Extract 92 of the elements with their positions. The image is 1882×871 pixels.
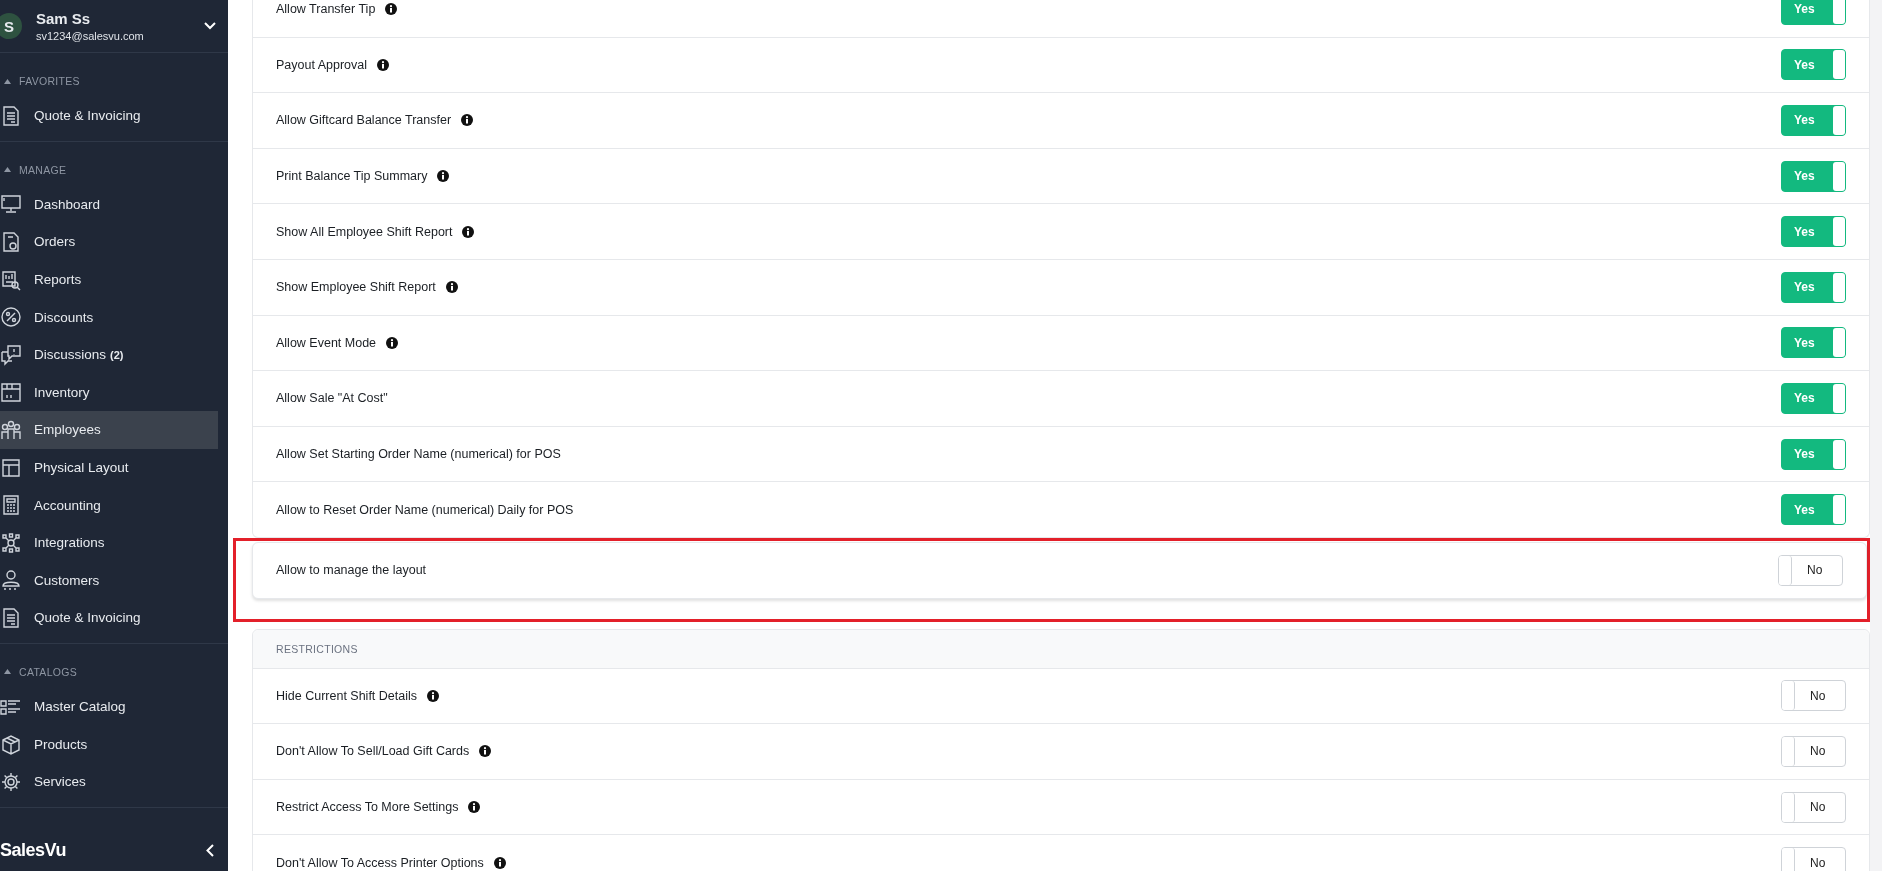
network-icon <box>0 531 22 554</box>
collapse-icon[interactable] <box>4 669 11 675</box>
setting-label: Show All Employee Shift Report <box>276 224 453 239</box>
sidebar-item[interactable]: Quote & Invoicing <box>0 599 218 637</box>
setting-label: Show Employee Shift Report <box>276 280 436 295</box>
sidebar-item-label: Quote & Invoicing <box>34 610 141 626</box>
document-icon <box>0 606 22 629</box>
sidebar-item-label: Accounting <box>34 497 101 513</box>
sidebar-item[interactable]: Master Catalog <box>0 687 218 726</box>
percent-icon <box>0 306 22 329</box>
sidebar-item-label: Orders <box>34 234 76 250</box>
sidebar-item-label: Quote & Invoicing <box>34 108 141 124</box>
user-name: Sam Ss <box>36 10 92 27</box>
logo: SalesVu <box>0 839 66 861</box>
section-title: FAVORITES <box>19 75 80 87</box>
sidebar-item[interactable]: Physical Layout <box>0 448 218 487</box>
sidebar-item[interactable]: Quote & Invoicing <box>0 97 218 135</box>
report-icon <box>0 268 22 291</box>
sidebar-item[interactable]: Dashboard <box>0 185 218 224</box>
setting-label: Payout Approval <box>276 57 368 72</box>
setting-label: Restrict Access To More Settings <box>276 800 459 814</box>
sidebar-item-label: Integrations <box>34 535 105 551</box>
sidebar-item[interactable]: Products <box>0 725 218 763</box>
storefront-icon <box>0 381 22 404</box>
chat-icon <box>0 343 22 366</box>
setting-label: Allow Sale "At Cost" <box>276 391 388 406</box>
collapse-icon[interactable] <box>4 78 11 84</box>
monitor-icon <box>0 193 22 216</box>
sidebar-item[interactable]: Discounts <box>0 298 218 336</box>
box-icon <box>0 733 22 756</box>
toggle-switch[interactable]: No <box>1781 791 1846 823</box>
sidebar-item[interactable]: Accounting <box>0 486 218 524</box>
gear-icon <box>0 770 22 793</box>
sidebar-item-label: Reports <box>34 272 82 288</box>
clipboard-icon <box>0 231 22 253</box>
section-title: CATALOGS <box>19 665 78 678</box>
info-icon[interactable] <box>385 3 398 16</box>
sidebar-item[interactable]: Customers <box>0 561 218 600</box>
chevron-down-icon[interactable] <box>204 22 216 30</box>
setting-label: Print Balance Tip Summary <box>276 169 428 184</box>
info-icon[interactable] <box>461 114 474 127</box>
sidebar-item[interactable]: Inventory <box>0 373 218 412</box>
info-icon[interactable] <box>493 856 506 869</box>
user-avatar: S <box>0 13 22 39</box>
sidebar-item-label: Employees <box>34 422 101 438</box>
info-icon[interactable] <box>462 225 475 238</box>
info-icon[interactable] <box>445 281 458 294</box>
setting-label: Hide Current Shift Details <box>276 688 418 703</box>
toggle-switch[interactable]: No <box>1781 735 1846 767</box>
setting-label: Don't Allow To Sell/Load Gift Cards <box>276 744 470 759</box>
setting-label: Allow Event Mode <box>276 335 377 350</box>
chevron-left-icon[interactable] <box>206 843 214 857</box>
sidebar-item-label: Master Catalog <box>34 699 126 714</box>
layout-icon <box>0 456 22 479</box>
calculator-icon <box>0 494 22 517</box>
person-icon <box>0 569 22 592</box>
setting-label: Allow Giftcard Balance Transfer <box>276 113 452 128</box>
toggle-switch[interactable]: No <box>1781 680 1846 712</box>
count-label: (2) <box>110 348 124 361</box>
info-icon[interactable] <box>437 170 450 183</box>
setting-label: Allow Transfer Tip <box>276 2 376 17</box>
sidebar-item-label: Dashboard <box>34 196 101 212</box>
info-icon[interactable] <box>427 689 440 702</box>
sidebar-item-label: Inventory <box>34 384 90 400</box>
info-icon[interactable] <box>377 58 390 71</box>
info-icon[interactable] <box>468 801 481 813</box>
toggle-switch[interactable]: No <box>1781 847 1846 871</box>
toggle-switch[interactable]: No <box>1778 554 1843 586</box>
section-title: RESTRICTIONS <box>276 642 358 655</box>
sidebar-item-label: Discounts <box>34 309 94 325</box>
sidebar-item-label: Physical Layout <box>34 460 129 476</box>
user-email: sv1234@salesvu.com <box>36 30 145 42</box>
setting-label: Allow Set Starting Order Name (numerical) for POS <box>276 447 561 462</box>
sidebar-item[interactable]: Employees <box>0 411 218 449</box>
setting-label: Don't Allow To Access Printer Options <box>276 855 484 870</box>
sidebar-item[interactable]: Orders <box>0 223 218 261</box>
setting-label: Allow to manage the layout <box>276 563 427 578</box>
collapse-icon[interactable] <box>4 167 11 173</box>
sidebar-item[interactable]: Reports <box>0 260 218 299</box>
section-title: MANAGE <box>19 163 67 176</box>
info-icon[interactable] <box>479 745 492 758</box>
sidebar-item-label: Discussions <box>34 347 107 363</box>
sidebar-item-label: Products <box>34 736 88 752</box>
sidebar-item[interactable]: Discussions (2) <box>0 335 218 374</box>
info-icon[interactable] <box>386 336 399 349</box>
setting-label: Allow to Reset Order Name (numerical) Daily for POS <box>276 502 574 517</box>
sidebar-item-label: Services <box>34 774 86 790</box>
people-icon <box>0 418 22 441</box>
sidebar-item[interactable]: Services <box>0 762 218 801</box>
document-icon <box>0 104 22 127</box>
sidebar-item[interactable]: Integrations <box>0 523 218 562</box>
sidebar-item-label: Customers <box>34 572 100 588</box>
